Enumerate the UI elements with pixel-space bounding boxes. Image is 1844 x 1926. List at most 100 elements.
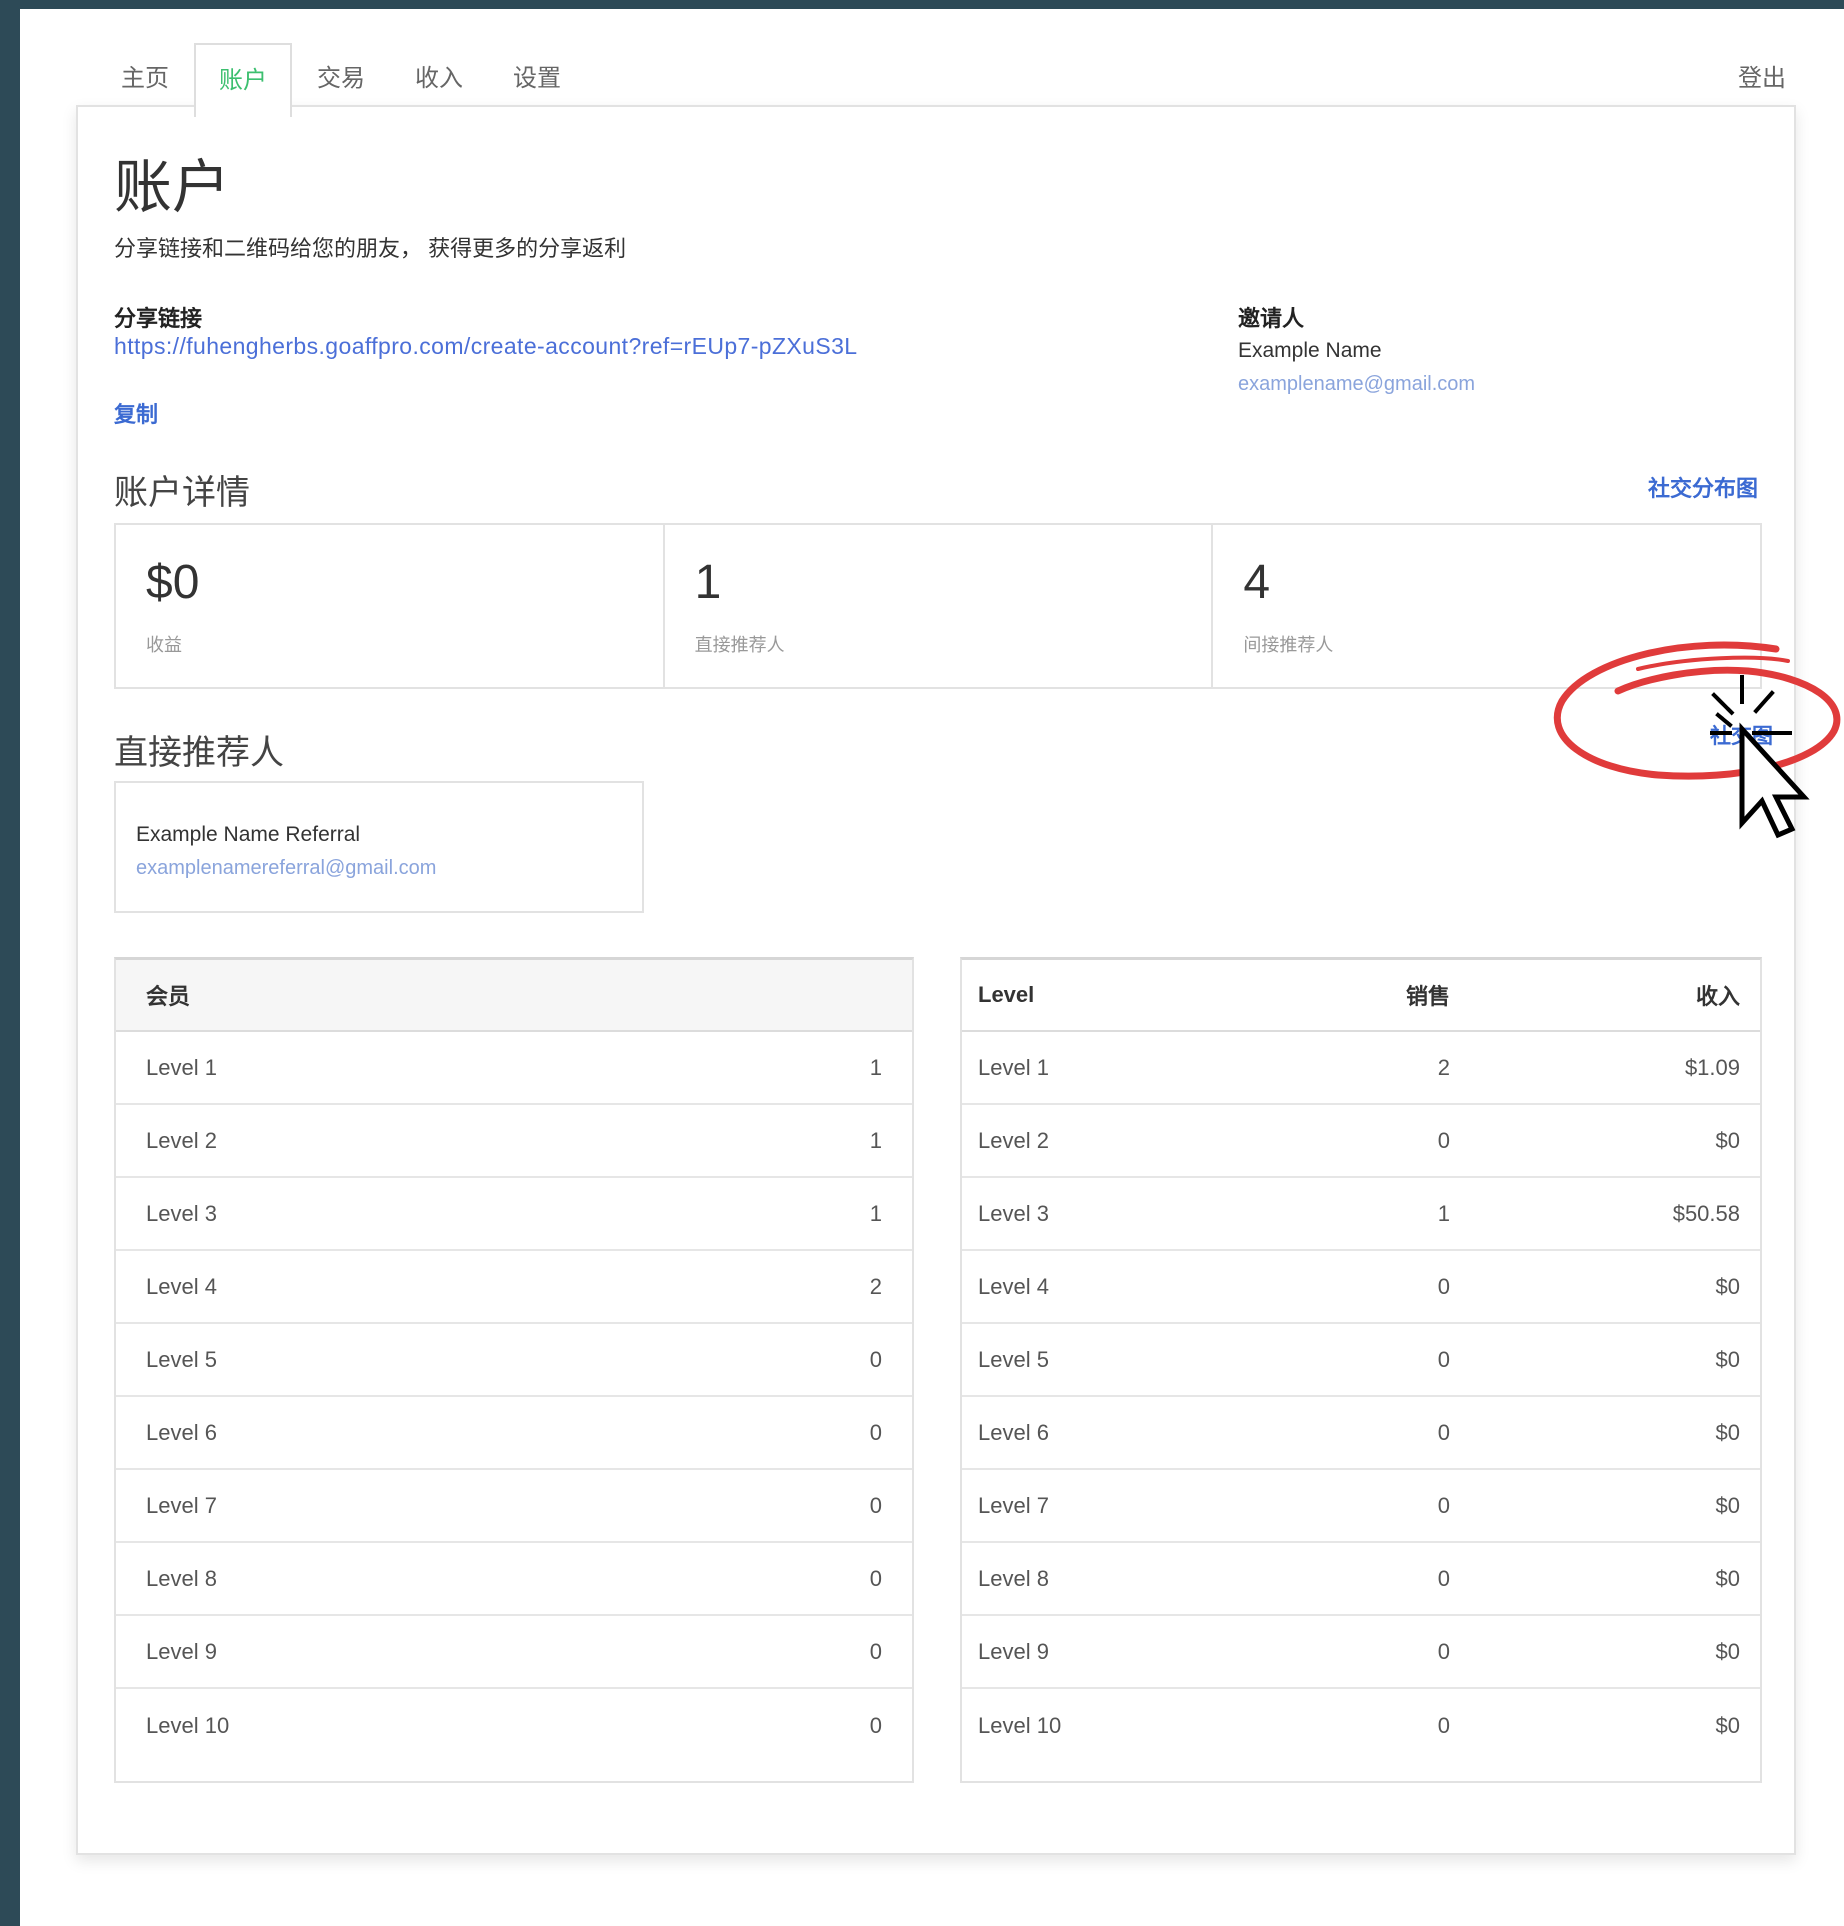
table-row: Level 1 2 $1.09 bbox=[962, 1032, 1760, 1105]
table-row: Level 9 0 bbox=[116, 1616, 912, 1689]
member-count-cell: 2 bbox=[869, 1273, 882, 1299]
income-cell: $0 bbox=[1715, 1492, 1740, 1518]
income-header: 收入 bbox=[1695, 984, 1740, 1009]
level-cell: Level 10 bbox=[978, 1712, 1062, 1738]
level-cell: Level 7 bbox=[146, 1492, 217, 1518]
table-row: Level 9 0 $0 bbox=[962, 1616, 1760, 1689]
income-cell: $50.58 bbox=[1672, 1200, 1740, 1226]
stat-label: 直接推荐人 bbox=[694, 635, 785, 655]
table-row: Level 1 1 bbox=[116, 1032, 912, 1105]
member-count-cell: 0 bbox=[869, 1346, 882, 1372]
table-row: Level 6 0 $0 bbox=[962, 1397, 1760, 1470]
inviter-email: examplename@gmail.com bbox=[1238, 373, 1476, 395]
member-count-cell: 1 bbox=[869, 1054, 882, 1080]
stat-label: 收益 bbox=[146, 635, 182, 655]
table-row: Level 8 0 $0 bbox=[962, 1543, 1760, 1616]
level-cell: Level 8 bbox=[146, 1565, 217, 1591]
sales-cell: 0 bbox=[1437, 1346, 1450, 1372]
member-count-cell: 1 bbox=[869, 1127, 882, 1153]
sales-cell: 0 bbox=[1437, 1565, 1450, 1591]
member-count-cell: 0 bbox=[869, 1712, 882, 1738]
table-row: Level 8 0 bbox=[116, 1543, 912, 1616]
stat-label: 间接推荐人 bbox=[1243, 635, 1334, 655]
sales-cell: 0 bbox=[1437, 1492, 1450, 1518]
direct-referrals-title: 直接推荐人 bbox=[114, 734, 284, 772]
social-map-link[interactable]: 社交分布图 bbox=[1648, 471, 1758, 503]
level-cell: Level 7 bbox=[978, 1492, 1049, 1518]
table-row: Level 6 0 bbox=[116, 1397, 912, 1470]
level-cell: Level 4 bbox=[146, 1273, 217, 1299]
earnings-table: Level 销售 收入 Level 1 2 $1.09 Level 2 0 $0 Level… bbox=[960, 957, 1762, 1783]
level-cell: Level 2 bbox=[978, 1127, 1049, 1153]
table-header: Level 销售 收入 bbox=[962, 960, 1760, 1032]
member-count-cell: 1 bbox=[869, 1200, 882, 1226]
member-count-cell: 0 bbox=[869, 1565, 882, 1591]
stat-direct-referrals: 1 直接推荐人 bbox=[665, 525, 1214, 687]
page-title: 账户 bbox=[114, 155, 231, 220]
stats-panel: $0 收益 1 直接推荐人 4 间接推荐人 bbox=[114, 523, 1762, 689]
table-row: Level 7 0 $0 bbox=[962, 1470, 1760, 1543]
sales-cell: 2 bbox=[1437, 1054, 1450, 1080]
income-cell: $0 bbox=[1715, 1565, 1740, 1591]
account-card: 账户 分享链接和二维码给您的朋友， 获得更多的分享返利 分享链接 https:/… bbox=[76, 105, 1796, 1855]
level-cell: Level 6 bbox=[978, 1419, 1049, 1445]
members-header: 会员 bbox=[146, 984, 191, 1009]
income-cell: $0 bbox=[1715, 1127, 1740, 1153]
level-header: Level bbox=[978, 982, 1035, 1007]
level-cell: Level 6 bbox=[146, 1419, 217, 1445]
table-row: Level 10 0 $0 bbox=[962, 1689, 1760, 1762]
referral-name: Example Name Referral bbox=[136, 823, 361, 846]
referral-card[interactable]: Example Name Referral examplenamereferra… bbox=[114, 781, 644, 913]
income-cell: $0 bbox=[1715, 1346, 1740, 1372]
level-cell: Level 9 bbox=[978, 1638, 1049, 1664]
level-cell: Level 5 bbox=[978, 1346, 1049, 1372]
member-count-cell: 0 bbox=[869, 1492, 882, 1518]
table-row: Level 4 2 bbox=[116, 1251, 912, 1324]
referral-email: examplenamereferral@gmail.com bbox=[136, 857, 437, 879]
sales-cell: 0 bbox=[1437, 1127, 1450, 1153]
level-cell: Level 9 bbox=[146, 1638, 217, 1664]
level-cell: Level 4 bbox=[978, 1273, 1049, 1299]
tab-account[interactable]: 账户 bbox=[194, 43, 292, 117]
table-row: Level 2 1 bbox=[116, 1105, 912, 1178]
members-table: 会员 Level 1 1 Level 2 1 Level 3 1 Level 4 2 Level… bbox=[114, 957, 914, 1783]
sales-cell: 0 bbox=[1437, 1419, 1450, 1445]
sales-header: 销售 bbox=[1405, 984, 1450, 1009]
income-cell: $0 bbox=[1715, 1273, 1740, 1299]
stat-value: $0 bbox=[146, 556, 200, 609]
table-row: Level 5 0 bbox=[116, 1324, 912, 1397]
income-cell: $0 bbox=[1715, 1638, 1740, 1664]
table-row: Level 4 0 $0 bbox=[962, 1251, 1760, 1324]
sales-cell: 0 bbox=[1437, 1712, 1450, 1738]
inviter-label: 邀请人 bbox=[1238, 306, 1305, 331]
stat-earnings: $0 收益 bbox=[116, 525, 665, 687]
sales-cell: 0 bbox=[1437, 1273, 1450, 1299]
table-row: Level 3 1 $50.58 bbox=[962, 1178, 1760, 1251]
level-cell: Level 5 bbox=[146, 1346, 217, 1372]
sales-cell: 1 bbox=[1437, 1200, 1450, 1226]
table-row: Level 7 0 bbox=[116, 1470, 912, 1543]
level-cell: Level 8 bbox=[978, 1565, 1049, 1591]
mouse-pointer-icon bbox=[1710, 675, 1810, 839]
income-cell: $1.09 bbox=[1684, 1054, 1740, 1080]
level-cell: Level 10 bbox=[146, 1712, 230, 1738]
account-details-title: 账户详情 bbox=[114, 474, 250, 512]
table-row: Level 3 1 bbox=[116, 1178, 912, 1251]
copy-button[interactable]: 复制 bbox=[114, 397, 158, 429]
member-count-cell: 0 bbox=[869, 1638, 882, 1664]
page-subtitle: 分享链接和二维码给您的朋友， 获得更多的分享返利 bbox=[114, 236, 627, 261]
income-cell: $0 bbox=[1715, 1419, 1740, 1445]
share-link-url[interactable]: https://fuhengherbs.goaffpro.com/create-… bbox=[114, 333, 857, 360]
income-cell: $0 bbox=[1715, 1712, 1740, 1738]
share-link-label: 分享链接 bbox=[114, 306, 203, 331]
level-cell: Level 3 bbox=[146, 1200, 217, 1226]
table-row: Level 10 0 bbox=[116, 1689, 912, 1762]
page: 主页 账户 交易 收入 设置 登出 账户 分享链接和二维码给您的朋友， 获得更多… bbox=[20, 9, 1844, 1926]
level-cell: Level 1 bbox=[146, 1054, 217, 1080]
table-row: Level 5 0 $0 bbox=[962, 1324, 1760, 1397]
level-cell: Level 2 bbox=[146, 1127, 217, 1153]
level-cell: Level 3 bbox=[978, 1200, 1049, 1226]
table-header: 会员 bbox=[116, 960, 912, 1032]
click-burst-icon bbox=[1710, 675, 1792, 735]
inviter-name: Example Name bbox=[1238, 339, 1382, 362]
